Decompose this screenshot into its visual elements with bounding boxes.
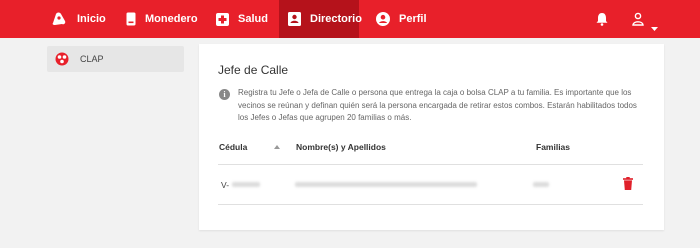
sidebar-item-clap[interactable]: CLAP bbox=[47, 46, 184, 72]
nav-item-perfil[interactable]: Perfil bbox=[376, 0, 427, 38]
info-icon: i bbox=[219, 89, 230, 100]
column-header-nombre[interactable]: Nombre(s) y Apellidos bbox=[296, 142, 386, 152]
nav-item-monedero[interactable]: Monedero bbox=[126, 0, 198, 38]
table-bottom-divider bbox=[218, 204, 643, 205]
caret-down-icon[interactable] bbox=[651, 18, 658, 36]
contact-card-icon bbox=[288, 12, 301, 26]
nav-item-label: Inicio bbox=[77, 13, 106, 25]
home-icon bbox=[52, 12, 68, 26]
redacted-cedula bbox=[232, 182, 260, 187]
nav-item-label: Monedero bbox=[145, 13, 198, 25]
redacted-familias bbox=[533, 182, 549, 187]
bell-icon[interactable] bbox=[596, 12, 608, 31]
nav-item-label: Perfil bbox=[399, 13, 427, 25]
sort-arrow-icon[interactable] bbox=[274, 145, 280, 149]
trash-icon[interactable] bbox=[623, 177, 633, 195]
nav-item-salud[interactable]: Salud bbox=[216, 0, 268, 38]
nav-item-directorio[interactable]: Directorio bbox=[279, 0, 362, 38]
account-circle-icon bbox=[376, 12, 390, 26]
column-header-familias[interactable]: Familias bbox=[536, 142, 570, 152]
nav-item-label: Salud bbox=[238, 13, 268, 25]
wallet-icon bbox=[126, 12, 136, 26]
nav-item-label: Directorio bbox=[310, 13, 362, 25]
cedula-cell: V- bbox=[221, 180, 230, 190]
info-text: Registra tu Jefe o Jefa de Calle o perso… bbox=[238, 88, 637, 122]
column-header-cedula[interactable]: Cédula bbox=[219, 142, 247, 152]
jefe-de-calle-card: Jefe de Calle i Registra tu Jefe o Jefa … bbox=[199, 44, 664, 230]
nav-item-inicio[interactable]: Inicio bbox=[52, 0, 106, 38]
health-cross-icon bbox=[216, 12, 229, 26]
card-title: Jefe de Calle bbox=[218, 63, 289, 77]
top-navbar: Inicio Monedero Salud Directorio Perfil bbox=[0, 0, 700, 38]
redacted-name bbox=[295, 182, 477, 187]
table-header-divider bbox=[218, 164, 643, 165]
user-icon[interactable] bbox=[632, 12, 644, 31]
clap-logo-icon bbox=[54, 52, 70, 66]
sidebar-item-label: CLAP bbox=[80, 54, 104, 64]
